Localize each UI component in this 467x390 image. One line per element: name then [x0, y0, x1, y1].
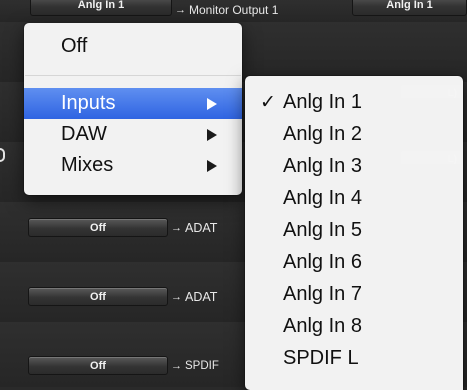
inputs-submenu: ✓ Anlg In 1 Anlg In 2 Anlg In 3 Anlg In … [245, 76, 463, 390]
submenu-item-anlg-in-1[interactable]: ✓ Anlg In 1 [245, 86, 463, 118]
submenu-item-anlg-in-3[interactable]: Anlg In 3 [245, 150, 463, 182]
submenu-arrow-icon [207, 97, 217, 110]
arrow-icon: → [171, 290, 182, 303]
routing-row-top: Anlg In 1 → Monitor Output 1 Anlg In 1 [0, 0, 467, 23]
menu-item-label: Inputs [61, 92, 116, 114]
source-button-adat-2[interactable]: Off [28, 287, 168, 306]
destination-label-adat-1: → ADAT [171, 218, 217, 237]
submenu-item-label: Anlg In 6 [283, 250, 362, 273]
submenu-item-anlg-in-6[interactable]: Anlg In 6 [245, 246, 463, 278]
destination-text: ADAT [185, 220, 218, 235]
menu-item-label: Off [61, 35, 88, 57]
destination-label-top: → Monitor Output 1 [175, 2, 278, 18]
menu-item-label: DAW [61, 123, 107, 145]
submenu-item-spdif-l[interactable]: SPDIF L [245, 342, 463, 374]
arrow-icon: → [171, 359, 182, 372]
source-menu: Off Inputs DAW Mixes [24, 23, 242, 195]
destination-text: ADAT [185, 289, 218, 304]
source-button-adat-1[interactable]: Off [28, 218, 168, 237]
checkmark-icon: ✓ [260, 91, 276, 113]
source-button-spdif[interactable]: Off [28, 356, 168, 375]
destination-label-spdif: → SPDIF [171, 356, 219, 375]
submenu-item-anlg-in-7[interactable]: Anlg In 7 [245, 278, 463, 310]
menu-item-mixes[interactable]: Mixes [24, 150, 242, 181]
submenu-item-anlg-in-8[interactable]: Anlg In 8 [245, 310, 463, 342]
arrow-icon: → [171, 221, 182, 234]
menu-item-daw[interactable]: DAW [24, 119, 242, 150]
source-button-top-right[interactable]: Anlg In 1 [352, 0, 467, 16]
menu-item-off[interactable]: Off [24, 31, 242, 62]
submenu-arrow-icon [207, 128, 217, 141]
submenu-item-label: Anlg In 8 [283, 314, 362, 337]
submenu-arrow-icon [207, 159, 217, 172]
submenu-item-label: Anlg In 7 [283, 282, 362, 305]
menu-item-label: Mixes [61, 154, 114, 176]
submenu-item-label: Anlg In 1 [283, 90, 362, 113]
submenu-item-anlg-in-2[interactable]: Anlg In 2 [245, 118, 463, 150]
submenu-item-label: Anlg In 3 [283, 154, 362, 177]
submenu-item-label: SPDIF L [283, 346, 359, 369]
submenu-item-label: Anlg In 2 [283, 122, 362, 145]
submenu-item-label: Anlg In 4 [283, 186, 362, 209]
source-button-top[interactable]: Anlg In 1 [30, 0, 172, 16]
destination-text: Monitor Output 1 [189, 3, 279, 17]
submenu-item-anlg-in-5[interactable]: Anlg In 5 [245, 214, 463, 246]
submenu-item-anlg-in-4[interactable]: Anlg In 4 [245, 182, 463, 214]
menu-item-inputs[interactable]: Inputs [24, 88, 242, 119]
destination-label-adat-2: → ADAT [171, 287, 217, 306]
destination-text: SPDIF [185, 359, 219, 372]
menu-separator [25, 75, 241, 76]
arrow-icon: → [175, 4, 186, 16]
submenu-item-label: Anlg In 5 [283, 218, 362, 241]
